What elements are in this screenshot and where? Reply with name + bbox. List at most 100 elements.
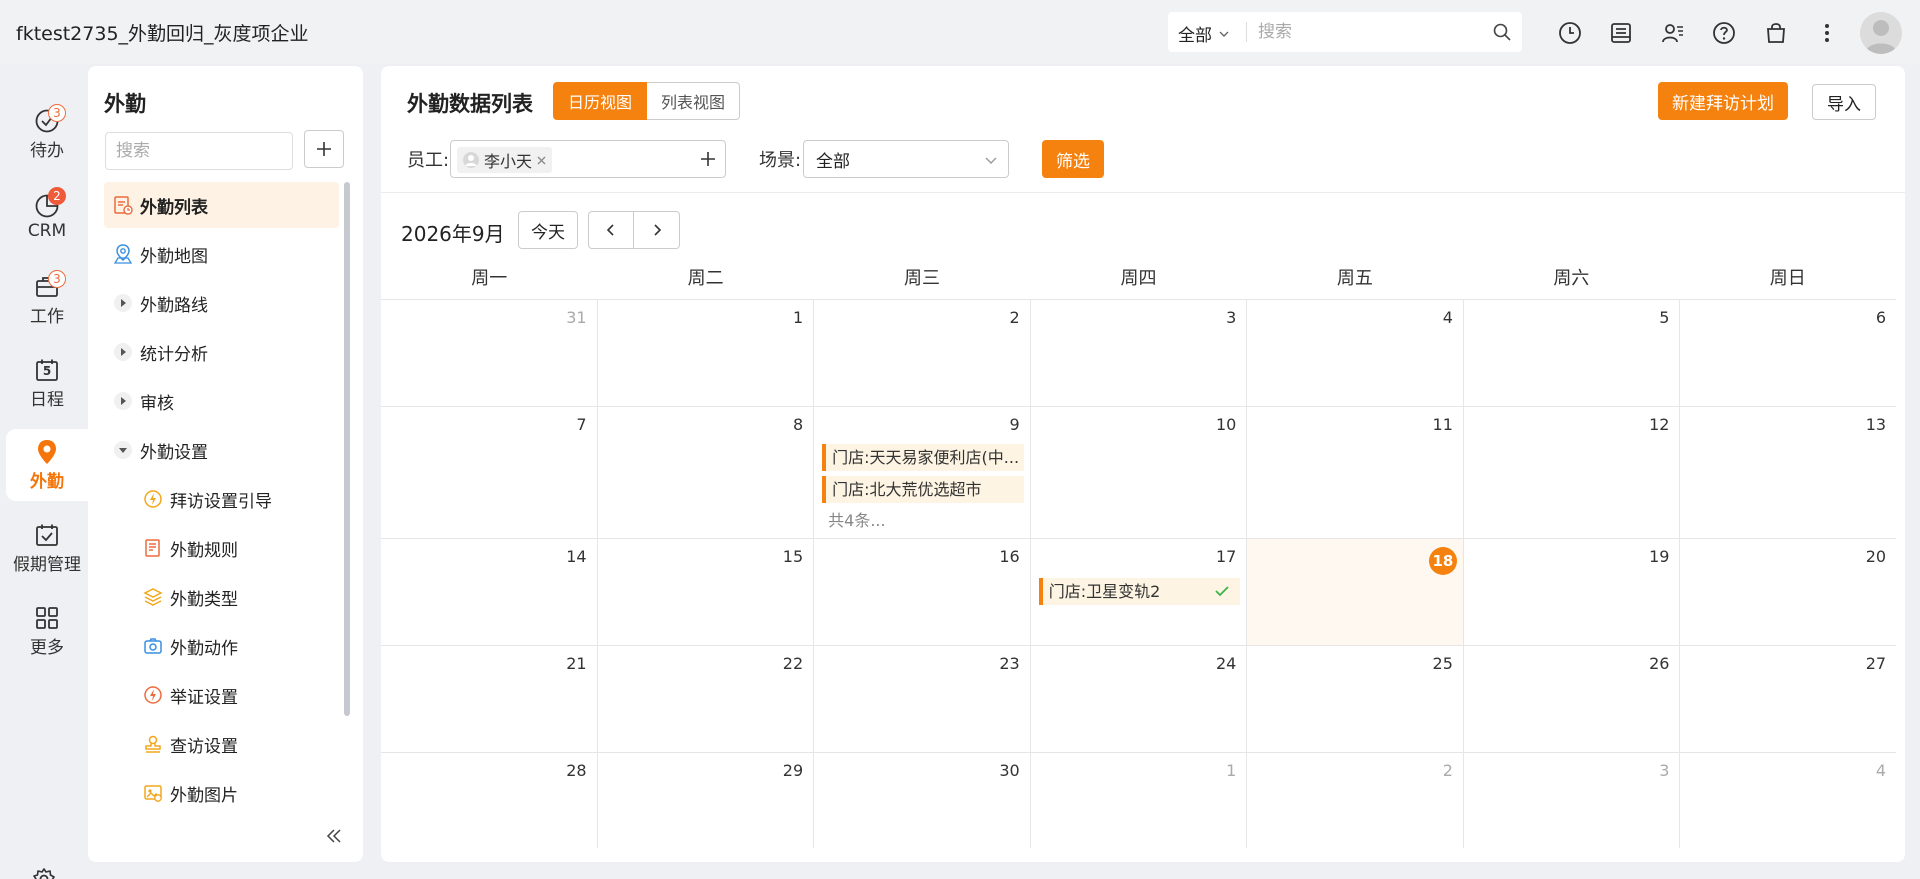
calendar-day[interactable]: 7 [381,407,598,538]
caret-right-icon [114,294,132,312]
sidebar-item-field-map[interactable]: 外勤地图 [104,231,339,277]
calendar-day[interactable]: 2 [1247,753,1464,848]
today-button[interactable]: 今天 [518,211,578,249]
employee-select[interactable]: 李小天 [450,140,726,178]
clock-icon[interactable] [1557,20,1583,46]
calendar-day[interactable]: 28 [381,753,598,848]
calendar-day[interactable]: 15 [598,539,815,645]
rail-item-more[interactable]: 更多 [6,595,88,667]
help-icon[interactable] [1711,20,1737,46]
calendar-day[interactable]: 4 [1247,300,1464,406]
sidebar-item-statistics[interactable]: 统计分析 [104,329,339,375]
lightning-icon [142,488,164,510]
search-input[interactable] [1258,18,1478,46]
calendar-event[interactable]: 门店:北大荒优选超市 [822,476,1024,503]
sidebar-item-visit-guide[interactable]: 拜访设置引导 [134,476,339,522]
calendar-day[interactable]: 22 [598,646,815,752]
sidebar-item-field-actions[interactable]: 外勤动作 [134,623,339,669]
calendar-week: 7 8 9 门店:天天易家便利店(中... 门店:北大荒优选超市 共4条... … [381,407,1896,539]
rail-item-schedule[interactable]: 5 日程 [6,347,88,419]
calendar-day[interactable]: 11 [1247,407,1464,538]
calendar-day[interactable]: 5 [1464,300,1681,406]
search-scope-select[interactable]: 全部 [1178,21,1230,46]
rail-item-leave[interactable]: 假期管理 [6,512,88,584]
calendar-day[interactable]: 6 [1680,300,1896,406]
calendar-day[interactable]: 27 [1680,646,1896,752]
sidebar-item-review[interactable]: 审核 [104,378,339,424]
calendar-day[interactable]: 9 门店:天天易家便利店(中... 门店:北大荒优选超市 共4条... [814,407,1031,538]
calendar-event[interactable]: 门店:天天易家便利店(中... [822,444,1024,471]
calendar-view-button[interactable]: 日历视图 [553,82,648,120]
sidebar-scrollbar[interactable] [344,182,350,716]
close-icon[interactable] [537,156,546,165]
rail-item-work[interactable]: 工作 3 [6,264,88,336]
caret-down-icon [114,441,132,459]
calendar-day[interactable]: 3 [1031,300,1248,406]
sidebar-item-evidence-settings[interactable]: 举证设置 [134,672,339,718]
calendar-day[interactable]: 3 [1464,753,1681,848]
sidebar-add-button[interactable] [304,130,344,168]
notes-icon[interactable] [1608,20,1634,46]
calendar-day[interactable]: 12 [1464,407,1681,538]
calendar-day[interactable]: 29 [598,753,815,848]
more-events-link[interactable]: 共4条... [828,507,885,531]
calendar-day[interactable]: 1 [1031,753,1248,848]
calendar-day[interactable]: 26 [1464,646,1681,752]
calendar-day[interactable]: 30 [814,753,1031,848]
prev-month-button[interactable] [588,211,634,249]
double-chevron-left-icon[interactable] [324,826,344,846]
calendar-day[interactable]: 4 [1680,753,1896,848]
search-icon[interactable] [1492,22,1512,42]
sidebar-item-field-settings[interactable]: 外勤设置 [104,427,339,473]
calendar-day[interactable]: 10 [1031,407,1248,538]
next-month-button[interactable] [634,211,680,249]
calendar-day-today[interactable]: 18 [1247,539,1464,645]
calendar-day[interactable]: 14 [381,539,598,645]
calendar-day[interactable]: 13 [1680,407,1896,538]
sidebar-item-field-route[interactable]: 外勤路线 [104,280,339,326]
new-visit-plan-button[interactable]: 新建拜访计划 [1658,82,1788,120]
plus-icon[interactable] [699,150,717,168]
calendar-day[interactable]: 17 门店:卫星变轨2 [1031,539,1248,645]
sidebar-item-label: 举证设置 [170,687,238,708]
day-number: 5 [1659,308,1670,327]
rail-item-todo[interactable]: 待办 3 [6,98,88,170]
calendar-event[interactable]: 门店:卫星变轨2 [1038,578,1241,605]
calendar-day[interactable]: 1 [598,300,815,406]
sidebar-item-field-types[interactable]: 外勤类型 [134,574,339,620]
filter-button[interactable]: 筛选 [1042,140,1104,178]
calendar-day[interactable]: 16 [814,539,1031,645]
list-view-button[interactable]: 列表视图 [647,82,741,120]
sidebar-item-label: 外勤地图 [140,246,208,267]
todo-badge: 3 [48,104,66,122]
calendar-day[interactable]: 20 [1680,539,1896,645]
day-number: 21 [566,654,587,673]
layers-icon [142,586,164,608]
calendar-day[interactable]: 8 [598,407,815,538]
contacts-icon[interactable] [1660,20,1686,46]
rail-item-field-work[interactable]: 外勤 [6,429,88,501]
calendar-day[interactable]: 23 [814,646,1031,752]
calendar-day[interactable]: 2 [814,300,1031,406]
day-number: 7 [576,415,587,434]
calendar-day[interactable]: 19 [1464,539,1681,645]
sidebar-item-field-images[interactable]: 外勤图片 [134,770,339,816]
gear-icon[interactable] [32,867,56,879]
camera-icon [142,635,164,657]
sidebar-item-field-list[interactable]: 外勤列表 [104,182,339,228]
app-title: fktest2735_外勤回归_灰度项企业 [16,23,309,45]
import-button[interactable]: 导入 [1812,84,1876,120]
calendar-day[interactable]: 24 [1031,646,1248,752]
calendar-day[interactable]: 25 [1247,646,1464,752]
shopping-bag-icon[interactable] [1763,20,1789,46]
scene-select[interactable]: 全部 [803,140,1009,178]
more-vertical-icon[interactable] [1814,20,1840,46]
calendar-day[interactable]: 21 [381,646,598,752]
sidebar-item-inspection-settings[interactable]: 查访设置 [134,721,339,767]
sidebar-item-field-rules[interactable]: 外勤规则 [134,525,339,571]
calendar-week: 31 1 2 3 4 5 6 [381,300,1896,407]
rail-item-crm[interactable]: CRM 2 [6,181,88,253]
user-avatar[interactable] [1860,12,1902,54]
calendar-day[interactable]: 31 [381,300,598,406]
sidebar-search-input[interactable] [105,132,293,170]
